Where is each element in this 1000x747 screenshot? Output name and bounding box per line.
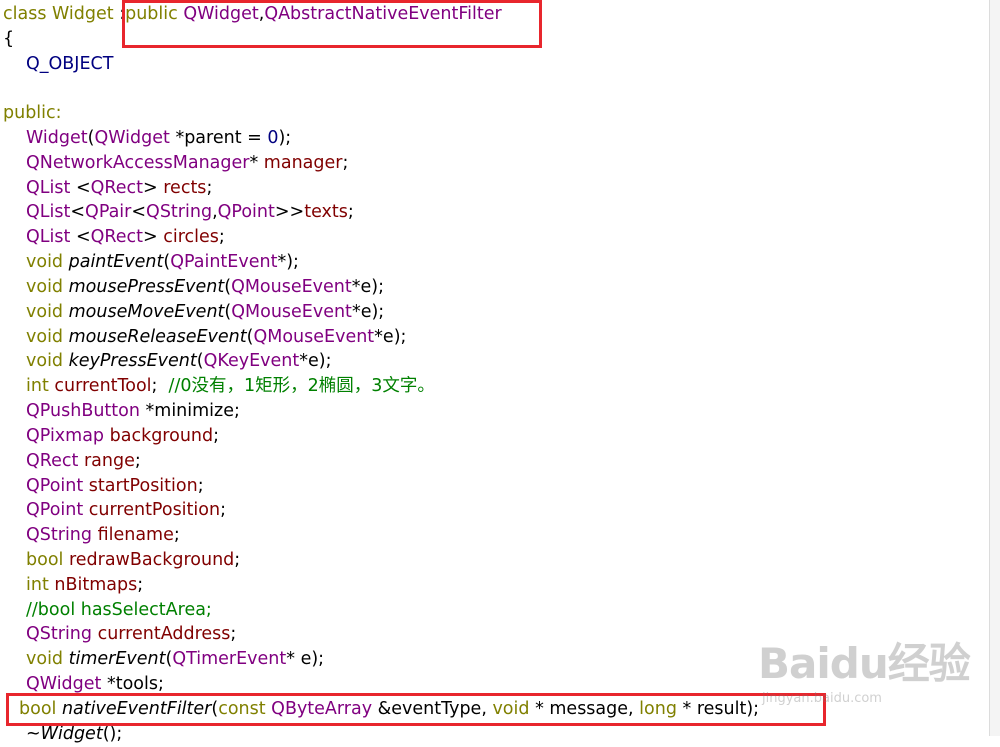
- code-line-20: QPoint startPosition;: [26, 476, 204, 496]
- editor-scrollbar[interactable]: [989, 0, 1000, 736]
- code-line-13: void mouseMoveEvent(QMouseEvent*e);: [26, 302, 385, 322]
- code-line-12: void mousePressEvent(QMouseEvent*e);: [26, 277, 385, 297]
- code-line-11: void paintEvent(QPaintEvent*);: [26, 252, 299, 272]
- code-line-22: QString filename;: [26, 525, 180, 545]
- class-keyword: class Widget: [3, 4, 120, 24]
- code-line-25: //bool hasSelectArea;: [26, 600, 212, 620]
- code-line-17: QPushButton *minimize;: [26, 401, 240, 421]
- baidu-watermark: Baidu经验 jingyan.baidu.com: [758, 630, 988, 710]
- code-line-9: QList<QPair<QString,QPoint>>texts;: [26, 202, 354, 222]
- code-editor[interactable]: class Widget :public QWidget,QAbstractNa…: [0, 0, 990, 744]
- code-line-18: QPixmap background;: [26, 426, 220, 446]
- code-line-8: QList <QRect> rects;: [26, 178, 213, 198]
- code-line-3: Q_OBJECT: [26, 54, 114, 74]
- code-line-19: QRect range;: [26, 451, 141, 471]
- code-line-24: int nBitmaps;: [26, 575, 144, 595]
- code-line-7: QNetworkAccessManager* manager;: [26, 153, 349, 173]
- baidu-watermark-url: jingyan.baidu.com: [762, 691, 882, 706]
- highlight-box-inheritance: [122, 0, 542, 48]
- code-line-16: int currentTool; //0没有，1矩形，2椭圆，3文字。: [26, 376, 435, 396]
- code-line-2: {: [3, 29, 15, 49]
- code-line-21: QPoint currentPosition;: [26, 500, 226, 520]
- code-line-14: void mouseReleaseEvent(QMouseEvent*e);: [26, 327, 407, 347]
- highlight-box-native-event-filter: [6, 693, 826, 726]
- code-line-15: void keyPressEvent(QKeyEvent*e);: [26, 351, 332, 371]
- baidu-watermark-logo: Baidu经验: [758, 639, 971, 688]
- code-line-26: QString currentAddress;: [26, 624, 237, 644]
- code-line-23: bool redrawBackground;: [26, 550, 241, 570]
- code-line-27: void timerEvent(QTimerEvent* e);: [26, 649, 325, 669]
- code-line-5: public:: [3, 103, 62, 123]
- code-line-6: Widget(QWidget *parent = 0);: [26, 128, 292, 148]
- code-line-10: QList <QRect> circles;: [26, 227, 225, 247]
